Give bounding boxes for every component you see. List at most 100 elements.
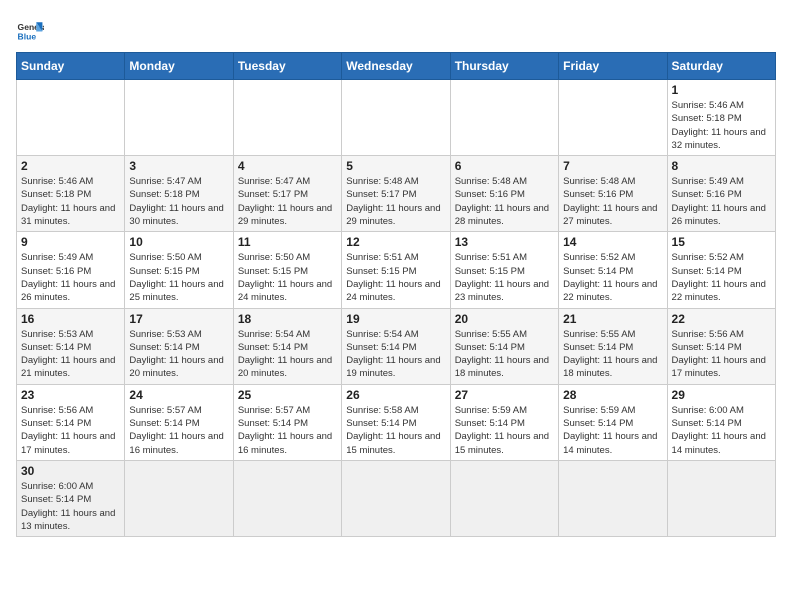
calendar-week-3: 16 Sunrise: 5:53 AM Sunset: 5:14 PM Dayli… [17, 308, 776, 384]
calendar-cell: 29 Sunrise: 6:00 AM Sunset: 5:14 PM Dayli… [667, 384, 775, 460]
calendar-cell [667, 460, 775, 536]
day-info: Sunrise: 5:54 AM Sunset: 5:14 PM Dayligh… [346, 328, 445, 381]
day-info: Sunrise: 6:00 AM Sunset: 5:14 PM Dayligh… [21, 480, 120, 533]
calendar-cell: 20 Sunrise: 5:55 AM Sunset: 5:14 PM Dayli… [450, 308, 558, 384]
day-number: 4 [238, 159, 337, 173]
day-info: Sunrise: 5:54 AM Sunset: 5:14 PM Dayligh… [238, 328, 337, 381]
day-info: Sunrise: 5:51 AM Sunset: 5:15 PM Dayligh… [346, 251, 445, 304]
calendar-cell [559, 460, 667, 536]
calendar-week-2: 9 Sunrise: 5:49 AM Sunset: 5:16 PM Daylig… [17, 232, 776, 308]
calendar-cell: 14 Sunrise: 5:52 AM Sunset: 5:14 PM Dayli… [559, 232, 667, 308]
calendar-cell: 26Sunrise: 5:58 AM Sunset: 5:14 PM Dayli… [342, 384, 450, 460]
weekday-header-monday: Monday [125, 53, 233, 80]
day-number: 12 [346, 235, 445, 249]
day-info: Sunrise: 5:51 AM Sunset: 5:15 PM Dayligh… [455, 251, 554, 304]
day-number: 26 [346, 388, 445, 402]
calendar-cell: 27 Sunrise: 5:59 AM Sunset: 5:14 PM Dayli… [450, 384, 558, 460]
day-info: Sunrise: 5:48 AM Sunset: 5:17 PM Dayligh… [346, 175, 445, 228]
svg-text:Blue: Blue [18, 31, 37, 41]
day-info: Sunrise: 5:59 AM Sunset: 5:14 PM Dayligh… [563, 404, 662, 457]
calendar-body: 1Sunrise: 5:46 AM Sunset: 5:18 PM Daylig… [17, 80, 776, 537]
calendar-cell [233, 80, 341, 156]
calendar-cell [125, 460, 233, 536]
calendar-cell: 2Sunrise: 5:46 AM Sunset: 5:18 PM Daylig… [17, 156, 125, 232]
day-number: 19 [346, 312, 445, 326]
calendar-cell: 6 Sunrise: 5:48 AM Sunset: 5:16 PM Daylig… [450, 156, 558, 232]
day-info: Sunrise: 5:53 AM Sunset: 5:14 PM Dayligh… [21, 328, 120, 381]
calendar-header-row: SundayMondayTuesdayWednesdayThursdayFrid… [17, 53, 776, 80]
day-info: Sunrise: 5:46 AM Sunset: 5:18 PM Dayligh… [672, 99, 771, 152]
calendar-week-1: 2Sunrise: 5:46 AM Sunset: 5:18 PM Daylig… [17, 156, 776, 232]
day-number: 13 [455, 235, 554, 249]
day-info: Sunrise: 6:00 AM Sunset: 5:14 PM Dayligh… [672, 404, 771, 457]
day-number: 25 [238, 388, 337, 402]
day-number: 6 [455, 159, 554, 173]
weekday-header-sunday: Sunday [17, 53, 125, 80]
logo: General Blue [16, 16, 44, 44]
day-number: 18 [238, 312, 337, 326]
calendar-cell: 15Sunrise: 5:52 AM Sunset: 5:14 PM Dayli… [667, 232, 775, 308]
day-number: 10 [129, 235, 228, 249]
day-info: Sunrise: 5:53 AM Sunset: 5:14 PM Dayligh… [129, 328, 228, 381]
calendar-week-5: 30 Sunrise: 6:00 AM Sunset: 5:14 PM Dayli… [17, 460, 776, 536]
day-info: Sunrise: 5:59 AM Sunset: 5:14 PM Dayligh… [455, 404, 554, 457]
calendar-cell: 21Sunrise: 5:55 AM Sunset: 5:14 PM Dayli… [559, 308, 667, 384]
day-info: Sunrise: 5:48 AM Sunset: 5:16 PM Dayligh… [455, 175, 554, 228]
calendar-week-4: 23Sunrise: 5:56 AM Sunset: 5:14 PM Dayli… [17, 384, 776, 460]
day-number: 30 [21, 464, 120, 478]
weekday-header-wednesday: Wednesday [342, 53, 450, 80]
calendar-cell: 28 Sunrise: 5:59 AM Sunset: 5:14 PM Dayli… [559, 384, 667, 460]
day-number: 8 [672, 159, 771, 173]
day-info: Sunrise: 5:46 AM Sunset: 5:18 PM Dayligh… [21, 175, 120, 228]
calendar-cell [450, 460, 558, 536]
day-number: 29 [672, 388, 771, 402]
calendar-cell [342, 80, 450, 156]
day-info: Sunrise: 5:50 AM Sunset: 5:15 PM Dayligh… [238, 251, 337, 304]
calendar-cell: 12 Sunrise: 5:51 AM Sunset: 5:15 PM Dayli… [342, 232, 450, 308]
calendar-cell: 25 Sunrise: 5:57 AM Sunset: 5:14 PM Dayli… [233, 384, 341, 460]
day-number: 14 [563, 235, 662, 249]
day-number: 9 [21, 235, 120, 249]
day-number: 7 [563, 159, 662, 173]
calendar-cell: 30 Sunrise: 6:00 AM Sunset: 5:14 PM Dayli… [17, 460, 125, 536]
weekday-header-saturday: Saturday [667, 53, 775, 80]
calendar-cell [342, 460, 450, 536]
day-number: 11 [238, 235, 337, 249]
weekday-header-friday: Friday [559, 53, 667, 80]
calendar-cell: 13 Sunrise: 5:51 AM Sunset: 5:15 PM Dayli… [450, 232, 558, 308]
day-info: Sunrise: 5:52 AM Sunset: 5:14 PM Dayligh… [563, 251, 662, 304]
day-number: 27 [455, 388, 554, 402]
day-number: 24 [129, 388, 228, 402]
calendar-cell: 24 Sunrise: 5:57 AM Sunset: 5:14 PM Dayli… [125, 384, 233, 460]
day-info: Sunrise: 5:57 AM Sunset: 5:14 PM Dayligh… [238, 404, 337, 457]
day-number: 20 [455, 312, 554, 326]
calendar-cell [233, 460, 341, 536]
calendar-cell: 8Sunrise: 5:49 AM Sunset: 5:16 PM Daylig… [667, 156, 775, 232]
calendar-cell: 22 Sunrise: 5:56 AM Sunset: 5:14 PM Dayli… [667, 308, 775, 384]
day-info: Sunrise: 5:48 AM Sunset: 5:16 PM Dayligh… [563, 175, 662, 228]
page-header: General Blue [16, 16, 776, 44]
day-info: Sunrise: 5:56 AM Sunset: 5:14 PM Dayligh… [672, 328, 771, 381]
calendar-cell: 16 Sunrise: 5:53 AM Sunset: 5:14 PM Dayli… [17, 308, 125, 384]
day-info: Sunrise: 5:57 AM Sunset: 5:14 PM Dayligh… [129, 404, 228, 457]
calendar-cell: 11 Sunrise: 5:50 AM Sunset: 5:15 PM Dayli… [233, 232, 341, 308]
logo-icon: General Blue [16, 16, 44, 44]
day-number: 22 [672, 312, 771, 326]
calendar-table: SundayMondayTuesdayWednesdayThursdayFrid… [16, 52, 776, 537]
day-info: Sunrise: 5:55 AM Sunset: 5:14 PM Dayligh… [455, 328, 554, 381]
calendar-cell: 9 Sunrise: 5:49 AM Sunset: 5:16 PM Daylig… [17, 232, 125, 308]
calendar-cell: 10Sunrise: 5:50 AM Sunset: 5:15 PM Dayli… [125, 232, 233, 308]
weekday-header-tuesday: Tuesday [233, 53, 341, 80]
calendar-cell: 5Sunrise: 5:48 AM Sunset: 5:17 PM Daylig… [342, 156, 450, 232]
calendar-cell: 1Sunrise: 5:46 AM Sunset: 5:18 PM Daylig… [667, 80, 775, 156]
calendar-cell: 23Sunrise: 5:56 AM Sunset: 5:14 PM Dayli… [17, 384, 125, 460]
day-number: 21 [563, 312, 662, 326]
day-info: Sunrise: 5:56 AM Sunset: 5:14 PM Dayligh… [21, 404, 120, 457]
day-info: Sunrise: 5:52 AM Sunset: 5:14 PM Dayligh… [672, 251, 771, 304]
day-number: 28 [563, 388, 662, 402]
day-info: Sunrise: 5:47 AM Sunset: 5:18 PM Dayligh… [129, 175, 228, 228]
day-info: Sunrise: 5:49 AM Sunset: 5:16 PM Dayligh… [21, 251, 120, 304]
calendar-cell [17, 80, 125, 156]
calendar-cell: 3Sunrise: 5:47 AM Sunset: 5:18 PM Daylig… [125, 156, 233, 232]
day-number: 16 [21, 312, 120, 326]
